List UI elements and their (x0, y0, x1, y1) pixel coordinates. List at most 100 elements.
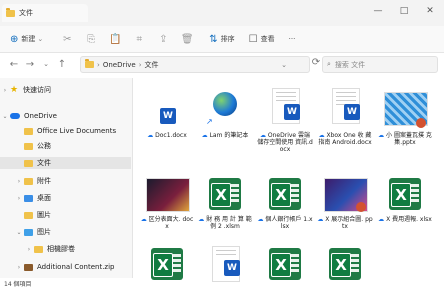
file-thumbnail: W (202, 244, 248, 284)
search-icon: ⌕ (327, 60, 331, 68)
chevron-right-icon[interactable]: › (14, 178, 24, 185)
sidebar-item-pictures-tc[interactable]: 圖片 (14, 209, 51, 221)
forward-arrow-icon[interactable]: → (22, 59, 38, 70)
sidebar-item-public[interactable]: 公務 (14, 140, 51, 152)
file-item[interactable]: X ☁ X 費用週報. xlsx (377, 174, 433, 223)
folder-icon (24, 127, 33, 135)
file-thumbnail (144, 174, 190, 214)
address-dropdown-icon[interactable]: ⌄ (281, 61, 287, 69)
folder-icon (24, 177, 33, 185)
minimize-button[interactable]: — (366, 6, 390, 16)
pictures-folder-icon (24, 228, 33, 236)
sidebar-item-office-live[interactable]: Office Live Documents (14, 125, 116, 137)
cloud-sync-icon: ☁ (140, 216, 149, 223)
excel-icon: X (269, 178, 301, 210)
powerpoint-icon (416, 118, 426, 128)
file-thumbnail: X (144, 244, 190, 284)
cloud-sync-icon: ☁ (318, 132, 327, 139)
file-name: 個人銀行帳戶 1.xlsx (265, 216, 313, 230)
file-thumbnail: X (262, 244, 308, 284)
paste-icon[interactable]: 📋 (103, 34, 127, 45)
file-name: X 費用週報. xlsx (386, 216, 432, 223)
file-item[interactable]: X ☁ 財 務 用 計 算 範例 2 .xlsm (197, 174, 253, 230)
file-item[interactable]: W ☁ OneDrive 雲端 儲存空間使用 資訊.docx (257, 84, 313, 153)
folder-icon (24, 159, 33, 167)
cloud-sync-icon: ☁ (201, 132, 210, 139)
sort-icon: ⇅ (209, 33, 218, 45)
chevron-down-icon[interactable]: ⌄ (14, 229, 24, 236)
sidebar-item-quick-access[interactable]: › ★ 快速访问 (0, 84, 51, 96)
cloud-sync-icon: ☁ (259, 132, 268, 139)
sidebar-item-camera-roll[interactable]: › 相機膠卷 (24, 243, 75, 255)
sidebar-item-label: 图片 (37, 228, 51, 236)
rename-icon[interactable]: ⌗ (127, 34, 151, 45)
file-thumbnail: X (382, 174, 428, 214)
search-box[interactable]: ⌕ 搜索 文件 (322, 56, 438, 73)
chevron-right-icon[interactable]: › (24, 246, 34, 253)
chevron-right-icon[interactable]: › (14, 195, 24, 202)
globe-icon (213, 92, 237, 116)
sidebar-item-label: Additional Content.zip (37, 263, 115, 271)
chevron-right-icon[interactable]: › (14, 264, 24, 271)
file-thumbnail (322, 174, 368, 214)
view-label: 查看 (260, 35, 275, 43)
file-item[interactable]: ☁ 小 圖案蓋瓦撲 克集.pptx (377, 84, 433, 146)
sidebar-item-desktop[interactable]: › 桌面 (14, 192, 51, 204)
navigation-pane: › ★ 快速访问 ⌄ OneDrive Office Live Document… (0, 78, 133, 278)
search-input[interactable]: 搜索 文件 (335, 60, 365, 70)
sidebar-item-attachments[interactable]: › 附件 (14, 175, 51, 187)
sidebar-item-label: 文件 (37, 159, 51, 167)
file-item[interactable]: ☁ X 展示組合圖. pptx (317, 174, 373, 230)
new-button[interactable]: ⊕ 新建 ⌄ (10, 34, 43, 45)
sidebar-item-label: 相機膠卷 (47, 245, 75, 253)
star-icon: ★ (10, 85, 19, 95)
copy-icon[interactable]: ⎘ (79, 34, 103, 45)
file-item[interactable]: ☁ 区分表面大. docx (139, 174, 195, 230)
shortcut-arrow-icon: ↗ (206, 117, 213, 126)
share-icon[interactable]: ⇪ (151, 34, 175, 45)
sidebar-item-label: 快速访问 (23, 86, 51, 94)
sidebar-item-label: OneDrive (24, 112, 57, 120)
delete-icon[interactable]: 🗑 (175, 34, 199, 45)
recent-chevron-icon[interactable]: ⌄ (38, 60, 54, 68)
desktop-folder-icon (24, 194, 33, 202)
cut-icon[interactable]: ✂ (55, 34, 79, 45)
window-tab[interactable]: 文件 (2, 4, 88, 22)
sidebar-item-pictures[interactable]: ⌄ 图片 (14, 226, 51, 238)
file-item[interactable]: ↗ ☁ Lam 的筆記本 (197, 84, 253, 139)
excel-icon: X (329, 248, 361, 280)
breadcrumb-separator: › (97, 60, 100, 69)
file-thumbnail: W (262, 84, 308, 130)
address-bar[interactable]: › OneDrive › 文件 ⌄ (80, 56, 310, 73)
chevron-down-icon[interactable]: ⌄ (0, 113, 10, 120)
window-title: 文件 (19, 9, 33, 17)
file-item[interactable]: W ☁ Xbox One 收 藏 指南 Android.docx (317, 84, 373, 146)
breadcrumb-separator: › (138, 60, 142, 69)
word-icon: W (284, 104, 300, 120)
chevron-right-icon[interactable]: › (0, 87, 10, 94)
sidebar-item-documents[interactable]: 文件 (0, 157, 131, 169)
close-button[interactable]: ✕ (418, 6, 442, 16)
sidebar-item-label: 附件 (37, 177, 51, 185)
back-arrow-icon[interactable]: ← (6, 59, 22, 70)
folder-icon (34, 245, 43, 253)
sidebar-item-label: 圖片 (37, 211, 51, 219)
sidebar-item-label: Office Live Documents (37, 127, 117, 135)
folder-icon (85, 59, 94, 68)
sort-button[interactable]: ⇅ 排序 (209, 34, 234, 45)
breadcrumb-onedrive[interactable]: OneDrive (103, 61, 136, 69)
sidebar-item-additional-content[interactable]: › Additional Content.zip (14, 261, 115, 273)
sidebar-item-onedrive[interactable]: ⌄ OneDrive (0, 110, 57, 122)
file-thumbnail: X (262, 174, 308, 214)
file-item[interactable]: X ☁ 個人銀行帳戶 1.xlsx (257, 174, 313, 230)
file-item[interactable]: W ☁ Doc1.docx (139, 90, 195, 139)
file-thumbnail: W (322, 84, 368, 130)
cloud-sync-icon: ☁ (378, 216, 387, 223)
more-options-button[interactable]: ··· (289, 35, 296, 43)
word-icon: W (160, 108, 176, 124)
file-name: 小 圖案蓋瓦撲 克集.pptx (386, 132, 432, 146)
view-button[interactable]: ☐ 查看 (249, 34, 275, 45)
breadcrumb-current[interactable]: 文件 (145, 60, 159, 70)
maximize-button[interactable]: □ (392, 6, 416, 16)
up-arrow-icon[interactable]: ↑ (54, 59, 70, 70)
